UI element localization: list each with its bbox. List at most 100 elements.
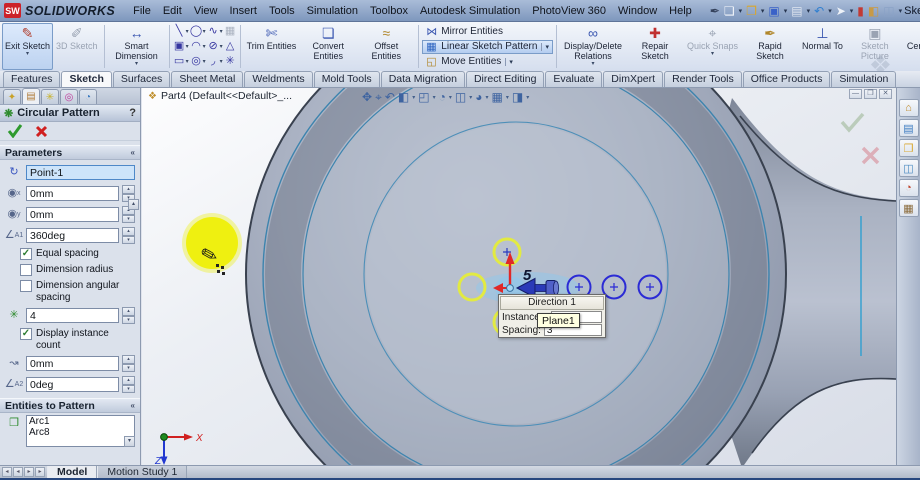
- ok-button[interactable]: [7, 124, 23, 138]
- point-tool[interactable]: ✳: [224, 54, 237, 69]
- open-icon[interactable]: ❒: [746, 5, 757, 17]
- doc-close-button[interactable]: ✕: [879, 89, 892, 99]
- doc-minimize-button[interactable]: —: [849, 89, 862, 99]
- spline-tool[interactable]: ∿ ▾: [207, 24, 223, 39]
- tab-sketch[interactable]: Sketch: [61, 71, 112, 87]
- menu-photoview-360[interactable]: PhotoView 360: [526, 3, 612, 19]
- propertymanager-tab[interactable]: ▤: [22, 88, 40, 104]
- pm-help-button[interactable]: ?: [129, 107, 136, 119]
- print-dropdown[interactable]: ▾: [807, 7, 811, 15]
- spline-tool-dropdown[interactable]: ▾: [220, 28, 223, 35]
- menu-window[interactable]: Window: [612, 3, 663, 19]
- tab-data-migration[interactable]: Data Migration: [380, 71, 465, 87]
- study-scroll-button-1[interactable]: ◂: [2, 467, 12, 477]
- menu-simulation[interactable]: Simulation: [301, 3, 364, 19]
- confirm-ok-icon[interactable]: [840, 112, 865, 133]
- smart-dimension-flyout-arrow[interactable]: ▾: [135, 61, 138, 68]
- study-scroll-button-3[interactable]: ▸: [24, 467, 34, 477]
- save-dropdown[interactable]: ▾: [784, 7, 788, 15]
- xpress-products-icon[interactable]: ▮: [857, 5, 864, 17]
- menu-insert[interactable]: Insert: [223, 3, 263, 19]
- tab-weldments[interactable]: Weldments: [244, 71, 313, 87]
- line-tool[interactable]: ╲ ▾: [173, 24, 189, 39]
- convert-entities-button[interactable]: ❏ Convert Entities: [299, 23, 357, 70]
- apply-scene-dropdown[interactable]: ▾: [506, 94, 509, 101]
- arc-angle-field[interactable]: 0deg: [26, 377, 119, 392]
- entity-item-arc1[interactable]: Arc1: [29, 416, 132, 427]
- pattern-angle-field[interactable]: 360deg: [26, 228, 119, 243]
- zoom-fit-icon[interactable]: ✥: [362, 90, 372, 104]
- select-icon[interactable]: ➤: [836, 5, 846, 17]
- menu-toolbox[interactable]: Toolbox: [364, 3, 414, 19]
- tab-office-products[interactable]: Office Products: [742, 71, 831, 87]
- cancel-button[interactable]: [35, 125, 48, 138]
- panel-scroll-up-button[interactable]: ▴: [128, 199, 139, 210]
- section-view-icon[interactable]: ◧: [398, 90, 409, 104]
- linear-sketch-pattern-button[interactable]: ▦ Linear Sketch Pattern ▾: [422, 39, 553, 54]
- select-dropdown[interactable]: ▾: [850, 7, 854, 15]
- smart-dimension-button[interactable]: ↔ Smart Dimension ▾: [108, 23, 166, 70]
- display-instance-count-checkbox[interactable]: ✓: [20, 328, 32, 340]
- quick-snaps-flyout-arrow[interactable]: ▾: [711, 51, 714, 58]
- doc-restore-button[interactable]: ❐: [864, 89, 877, 99]
- sketch-fillet-tool[interactable]: ◞ ▾: [207, 54, 223, 69]
- arc-tool-dropdown[interactable]: ▾: [203, 43, 206, 50]
- photoview-preview-icon[interactable]: ◫: [883, 5, 894, 17]
- trim-entities-button[interactable]: ✄ Trim Entities: [244, 23, 300, 70]
- normal-to-button[interactable]: ⊥ Normal To: [799, 23, 846, 70]
- view-palette-button[interactable]: ◫: [898, 159, 919, 177]
- menu-autodesk-simulation[interactable]: Autodesk Simulation: [414, 3, 526, 19]
- undo-icon[interactable]: ↶: [814, 5, 824, 17]
- design-library-button[interactable]: ▤: [898, 119, 919, 137]
- menu-view[interactable]: View: [188, 3, 224, 19]
- entities-listbox[interactable]: Arc1 Arc8 ▾: [26, 415, 135, 447]
- custom-properties-button[interactable]: ▦: [898, 199, 919, 217]
- move-entities-dropdown[interactable]: ▾: [505, 57, 513, 66]
- slot-tool[interactable]: ▭ ▾: [173, 54, 189, 69]
- solidworks-resources-button[interactable]: ⌂: [898, 99, 919, 117]
- slot-tool-dropdown[interactable]: ▾: [186, 58, 189, 65]
- part-tree-node[interactable]: ❖ Part4 (Default<<Default>_...: [148, 90, 292, 102]
- menu-help[interactable]: Help: [663, 3, 698, 19]
- previous-view-icon[interactable]: ↶: [385, 90, 395, 104]
- circle-tool[interactable]: ◯ ▾: [190, 24, 206, 39]
- exit-sketch-flyout-arrow[interactable]: ▾: [26, 51, 29, 58]
- pattern-radius-field[interactable]: 0mm: [26, 356, 119, 371]
- polygon-tool[interactable]: △: [224, 39, 237, 54]
- display-delete-relations-flyout-arrow[interactable]: ▾: [591, 61, 594, 68]
- command-quill-icon[interactable]: ✒: [710, 5, 720, 17]
- perimeter-circle-tool[interactable]: ◎ ▾: [190, 54, 205, 69]
- centerline-button[interactable]: ┆Centerline: [904, 23, 920, 70]
- tab-surfaces[interactable]: Surfaces: [112, 71, 171, 87]
- instance-count-dimension[interactable]: 5: [523, 267, 532, 284]
- sketch-fillet-tool-dropdown[interactable]: ▾: [220, 58, 223, 65]
- menu-edit[interactable]: Edit: [157, 3, 188, 19]
- menu-tools[interactable]: Tools: [263, 3, 301, 19]
- tab-render-tools[interactable]: Render Tools: [664, 71, 742, 87]
- tab-sheet-metal[interactable]: Sheet Metal: [171, 71, 244, 87]
- parameters-section-header[interactable]: Parameters «: [0, 145, 140, 160]
- save-icon[interactable]: ▣: [768, 5, 779, 17]
- equal-spacing-checkbox[interactable]: ✓: [20, 248, 32, 260]
- view-orientation-icon[interactable]: ◰: [418, 90, 429, 104]
- rectangle-tool[interactable]: ▣ ▾: [173, 39, 189, 54]
- entities-section-header[interactable]: Entities to Pattern «: [0, 398, 140, 413]
- collapse-icon[interactable]: «: [131, 401, 135, 410]
- dimension-angular-spacing-checkbox[interactable]: [20, 280, 32, 292]
- center-x-field[interactable]: 0mm: [26, 186, 119, 201]
- rapid-sketch-button[interactable]: ✒ Rapid Sketch: [741, 23, 799, 70]
- confirm-cancel-icon[interactable]: [861, 146, 880, 165]
- ellipse-tool[interactable]: ⊘ ▾: [207, 39, 222, 54]
- move-entities-button[interactable]: ◱ Move Entities ▾: [422, 55, 553, 69]
- study-scroll-button-2[interactable]: ◂: [13, 467, 23, 477]
- listbox-scroll-down-button[interactable]: ▾: [124, 436, 135, 447]
- tab-model[interactable]: Model: [47, 466, 98, 478]
- display-delete-relations-button[interactable]: ∞ Display/Delete Relations ▾: [560, 23, 626, 70]
- arc-angle-field-spinner[interactable]: ▴ ▾: [122, 376, 135, 393]
- exit-sketch-button[interactable]: ✎ Exit Sketch ▾: [2, 23, 54, 70]
- open-dropdown[interactable]: ▾: [761, 7, 765, 15]
- photoview-preview-dropdown[interactable]: ▾: [899, 7, 903, 15]
- new-document-dropdown[interactable]: ▾: [739, 7, 743, 15]
- appearances-button[interactable]: ◔: [898, 179, 919, 197]
- displaymanager-tab[interactable]: ◔: [79, 89, 97, 104]
